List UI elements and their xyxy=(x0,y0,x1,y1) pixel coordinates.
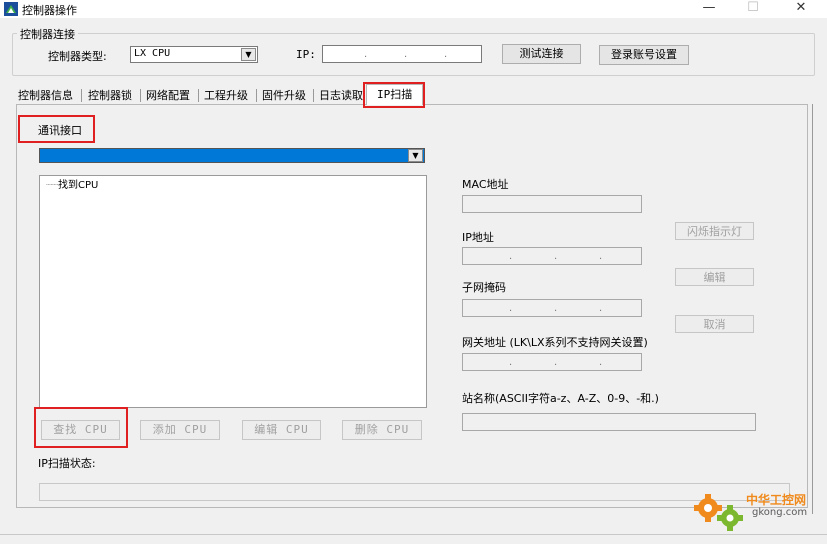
add-cpu-button[interactable]: 添加 CPU xyxy=(140,420,220,440)
tree-item-found-cpu[interactable]: ┈┈找到CPU xyxy=(46,176,98,191)
minimize-button[interactable]: — xyxy=(690,0,728,18)
maximize-button[interactable]: ☐ xyxy=(734,0,772,18)
window-title: 控制器操作 xyxy=(22,4,77,17)
scan-status-label: IP扫描状态: xyxy=(38,457,96,470)
edit-button[interactable]: 编辑 xyxy=(675,268,754,286)
ip-dot: . xyxy=(554,251,558,262)
chevron-down-icon[interactable]: ▼ xyxy=(408,149,423,162)
ip-input[interactable]: . . . xyxy=(322,45,482,63)
chevron-down-icon[interactable]: ▼ xyxy=(241,48,256,61)
login-account-button[interactable]: 登录账号设置 xyxy=(599,45,689,65)
watermark-url: gkong.com xyxy=(752,507,808,518)
gateway-input[interactable]: . . . xyxy=(462,353,642,371)
mac-label: MAC地址 xyxy=(462,178,509,191)
ip-address-input[interactable]: . . . xyxy=(462,247,642,265)
ip-dot: . xyxy=(404,49,408,60)
highlight-interface-label xyxy=(18,115,95,143)
ip-dot: . xyxy=(554,303,558,314)
subnet-mask-input[interactable]: . . . xyxy=(462,299,642,317)
ip-dot: . xyxy=(599,303,603,314)
watermark-title: 中华工控网 xyxy=(746,493,807,507)
tab-separator xyxy=(198,89,199,102)
controller-type-value: LX CPU xyxy=(134,48,171,59)
bottom-divider xyxy=(0,534,827,535)
tab-controller-info[interactable]: 控制器信息 xyxy=(18,87,73,104)
ip-address-label: IP地址 xyxy=(462,231,494,244)
tab-separator xyxy=(140,89,141,102)
tab-controller-lock[interactable]: 控制器锁 xyxy=(88,87,132,104)
tab-project-upgrade[interactable]: 工程升级 xyxy=(204,87,248,104)
ip-dot: . xyxy=(509,357,513,368)
station-name-label: 站名称(ASCII字符a-z、A-Z、0-9、-和.) xyxy=(462,392,659,405)
ip-dot: . xyxy=(554,357,558,368)
ip-dot: . xyxy=(599,251,603,262)
tab-network-config[interactable]: 网络配置 xyxy=(146,87,190,104)
tree-connector-icon: ┈┈ xyxy=(46,180,59,191)
tab-firmware-upgrade[interactable]: 固件升级 xyxy=(262,87,306,104)
station-name-input[interactable] xyxy=(462,413,756,431)
cpu-tree-list[interactable] xyxy=(39,175,427,408)
scan-status-bar xyxy=(39,483,790,501)
ip-dot: . xyxy=(364,49,368,60)
app-logo-icon xyxy=(4,2,18,16)
highlight-tab-ip-scan xyxy=(363,82,425,108)
tab-separator xyxy=(81,89,82,102)
ip-dot: . xyxy=(599,357,603,368)
interface-select[interactable]: ▼ xyxy=(39,148,425,163)
ip-dot: . xyxy=(509,303,513,314)
cancel-button[interactable]: 取消 xyxy=(675,315,754,333)
tab-separator xyxy=(256,89,257,102)
panel-edge xyxy=(812,104,813,514)
test-connection-button[interactable]: 测试连接 xyxy=(502,44,581,64)
highlight-find-cpu xyxy=(34,407,128,448)
gateway-label: 网关地址 (LK\LX系列不支持网关设置) xyxy=(462,336,648,349)
gear-logo-icon xyxy=(694,494,743,531)
ip-dot: . xyxy=(509,251,513,262)
tab-separator xyxy=(313,89,314,102)
ip-label: IP: xyxy=(296,48,316,61)
controller-type-select[interactable]: LX CPU ▼ xyxy=(130,46,258,63)
subnet-mask-label: 子网掩码 xyxy=(462,281,506,294)
delete-cpu-button[interactable]: 删除 CPU xyxy=(342,420,422,440)
tab-log-read[interactable]: 日志读取 xyxy=(319,87,365,104)
connection-group-title: 控制器连接 xyxy=(17,26,78,42)
close-button[interactable]: ✕ xyxy=(782,0,820,18)
blink-indicator-button[interactable]: 闪烁指示灯 xyxy=(675,222,754,240)
controller-type-label: 控制器类型: xyxy=(48,50,107,63)
edit-cpu-button[interactable]: 编辑 CPU xyxy=(242,420,321,440)
mac-input[interactable] xyxy=(462,195,642,213)
ip-dot: . xyxy=(444,49,448,60)
